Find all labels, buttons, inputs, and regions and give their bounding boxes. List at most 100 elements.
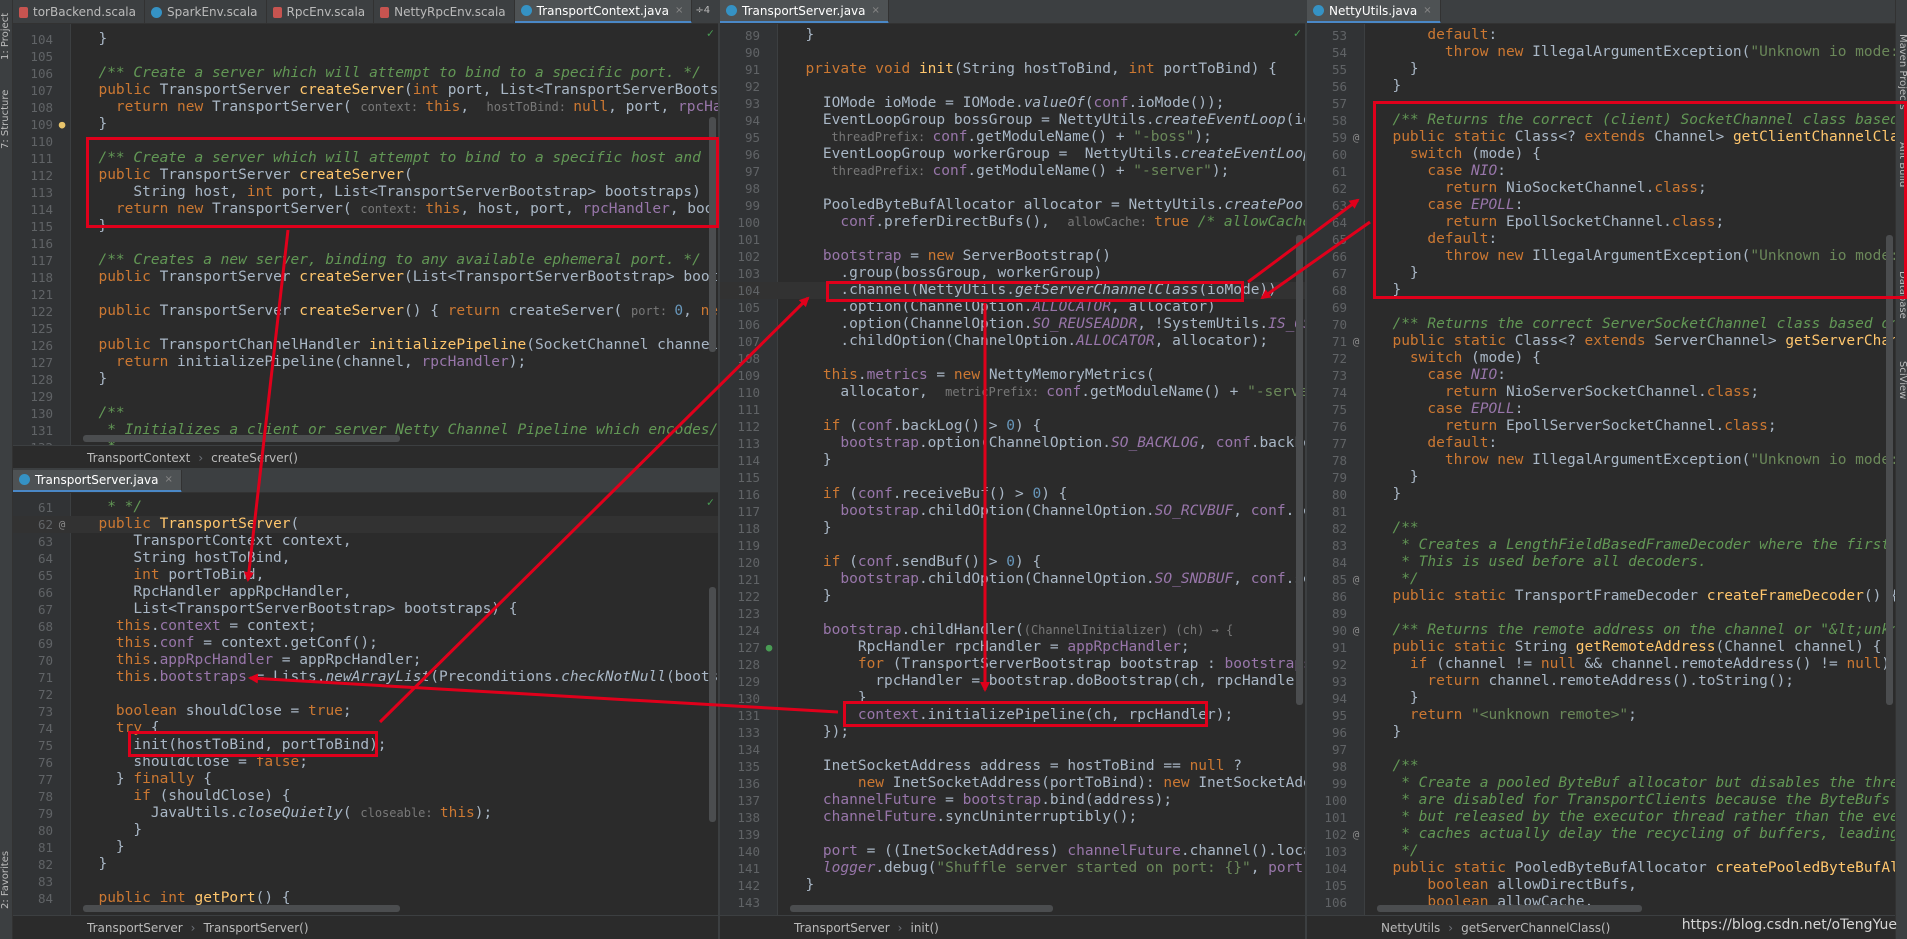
- code-line[interactable]: 94 }: [1307, 690, 1895, 707]
- code-line[interactable]: 62 @ public TransportServer(: [13, 516, 718, 533]
- code-line[interactable]: 108 return new TransportServer( context:…: [13, 99, 718, 116]
- code-line[interactable]: 76 shouldClose = false;: [13, 754, 718, 771]
- code-line[interactable]: 65 int portToBind,: [13, 567, 718, 584]
- code-line[interactable]: 114 }: [720, 452, 1305, 469]
- code-line[interactable]: 54 throw new IllegalArgumentException("U…: [1307, 44, 1895, 61]
- code-line[interactable]: 107 .childOption(ChannelOption.ALLOCATOR…: [720, 333, 1305, 350]
- code-line[interactable]: 89 }: [720, 27, 1305, 44]
- code-line[interactable]: 72: [13, 686, 718, 703]
- code-line[interactable]: 93 IOMode ioMode = IOMode.valueOf(conf.i…: [720, 95, 1305, 112]
- editor-tab[interactable]: torBackend.scala: [13, 0, 145, 23]
- code-line[interactable]: 77 } finally {: [13, 771, 718, 788]
- code-line[interactable]: 61 case NIO:: [1307, 163, 1895, 180]
- code-line[interactable]: 85 @ */: [1307, 571, 1895, 588]
- code-line[interactable]: 73 boolean shouldClose = true;: [13, 703, 718, 720]
- code-line[interactable]: 58 /** Returns the correct (client) Sock…: [1307, 112, 1895, 129]
- code-line[interactable]: 77 default:: [1307, 435, 1895, 452]
- code-line[interactable]: 70 /** Returns the correct ServerSocketC…: [1307, 316, 1895, 333]
- code-line[interactable]: 56 }: [1307, 78, 1895, 95]
- close-tab-icon[interactable]: ×: [872, 5, 880, 16]
- code-line[interactable]: 106 /** Create a server which will attem…: [13, 65, 718, 82]
- breadcrumb-item[interactable]: createServer(): [211, 451, 298, 465]
- code-line[interactable]: 112 public TransportServer createServer(: [13, 167, 718, 184]
- pane-divider[interactable]: [13, 468, 718, 470]
- maven-projects-tool-button[interactable]: Maven Projects: [1896, 22, 1907, 122]
- code-line[interactable]: 64 return EpollSocketChannel.class;: [1307, 214, 1895, 231]
- code-line[interactable]: 98 /**: [1307, 758, 1895, 775]
- code-area[interactable]: 104 } 105 106 /** Create a server which wi…: [13, 24, 718, 445]
- editor-tab[interactable]: TransportServer.java ×: [720, 0, 889, 23]
- code-line[interactable]: 83 * Creates a LengthFieldBasedFrameDeco…: [1307, 537, 1895, 554]
- breadcrumb-item[interactable]: TransportServer: [87, 921, 183, 935]
- close-tab-icon[interactable]: ×: [1423, 5, 1431, 16]
- code-line[interactable]: 112 if (conf.backLog() > 0) {: [720, 418, 1305, 435]
- favorites-tool-button[interactable]: 2: Favorites: [0, 840, 13, 920]
- code-line[interactable]: 93 return channel.remoteAddress().toStri…: [1307, 673, 1895, 690]
- code-line[interactable]: 69: [1307, 299, 1895, 316]
- code-line[interactable]: 72 switch (mode) {: [1307, 350, 1895, 367]
- code-line[interactable]: 80 }: [1307, 486, 1895, 503]
- code-line[interactable]: 129: [13, 388, 718, 405]
- code-line[interactable]: 134: [720, 741, 1305, 758]
- code-line[interactable]: 107 public TransportServer createServer(…: [13, 82, 718, 99]
- editor-tab[interactable]: NettyRpcEnv.scala: [374, 0, 515, 23]
- code-area[interactable]: 89 } 90 91 private void init(String hostTo…: [720, 24, 1305, 915]
- code-line[interactable]: 74 try {: [13, 720, 718, 737]
- horizontal-scrollbar[interactable]: [83, 435, 400, 442]
- code-line[interactable]: 104 public static PooledByteBufAllocator…: [1307, 860, 1895, 877]
- code-line[interactable]: 110: [13, 133, 718, 150]
- code-line[interactable]: 113 String host, int port, List<Transpor…: [13, 184, 718, 201]
- code-line[interactable]: 122 public TransportServer createServer(…: [13, 303, 718, 320]
- code-line[interactable]: 80 }: [13, 822, 718, 839]
- code-line[interactable]: 105 .option(ChannelOption.ALLOCATOR, all…: [720, 299, 1305, 316]
- editor-tab[interactable]: NettyUtils.java ×: [1307, 0, 1441, 23]
- code-line[interactable]: 69 this.conf = context.getConf();: [13, 635, 718, 652]
- code-line[interactable]: 117 bootstrap.childOption(ChannelOption.…: [720, 503, 1305, 520]
- project-tool-button[interactable]: 1: Project: [0, 6, 13, 66]
- code-line[interactable]: 95 threadPrefix: conf.getModuleName() + …: [720, 129, 1305, 146]
- annotation-gutter-icon[interactable]: @: [1349, 622, 1363, 639]
- code-line[interactable]: 67 List<TransportServerBootstrap> bootst…: [13, 601, 718, 618]
- code-line[interactable]: 108: [720, 350, 1305, 367]
- code-line[interactable]: 121 bootstrap.childOption(ChannelOption.…: [720, 571, 1305, 588]
- code-line[interactable]: 109 ● }: [13, 116, 718, 133]
- code-line[interactable]: 140 port = ((InetSocketAddress) channelF…: [720, 843, 1305, 860]
- code-line[interactable]: 68 }: [1307, 282, 1895, 299]
- code-line[interactable]: 135 InetSocketAddress address = hostToBi…: [720, 758, 1305, 775]
- code-line[interactable]: 81 }: [13, 839, 718, 856]
- code-line[interactable]: 105 boolean allowDirectBufs,: [1307, 877, 1895, 894]
- code-area[interactable]: 53 default: 54 throw new IllegalArgumentE…: [1307, 24, 1895, 915]
- annotation-gutter-icon[interactable]: @: [1349, 333, 1363, 350]
- code-line[interactable]: 142 }: [720, 877, 1305, 894]
- annotation-gutter-icon[interactable]: @: [55, 516, 69, 533]
- code-line[interactable]: 83: [13, 873, 718, 890]
- code-line[interactable]: 59 @ public static Class<? extends Channe…: [1307, 129, 1895, 146]
- code-line[interactable]: 99 * Create a pooled ByteBuf allocator b…: [1307, 775, 1895, 792]
- code-line[interactable]: 116: [13, 235, 718, 252]
- code-line[interactable]: 116 if (conf.receiveBuf() > 0) {: [720, 486, 1305, 503]
- vertical-scrollbar[interactable]: [1886, 235, 1893, 705]
- vertical-scrollbar[interactable]: [709, 587, 716, 822]
- code-line[interactable]: 100 conf.preferDirectBufs(), allowCache:…: [720, 214, 1305, 231]
- code-line[interactable]: 90 @ /** Returns the remote address on th…: [1307, 622, 1895, 639]
- code-line[interactable]: 67 }: [1307, 265, 1895, 282]
- annotation-gutter-icon[interactable]: @: [1349, 129, 1363, 146]
- code-line[interactable]: 111 /** Create a server which will attem…: [13, 150, 718, 167]
- close-tab-icon[interactable]: ×: [165, 474, 173, 485]
- breadcrumb-item[interactable]: TransportContext: [87, 451, 190, 465]
- code-line[interactable]: 94 EventLoopGroup bossGroup = NettyUtils…: [720, 112, 1305, 129]
- code-line[interactable]: 99 PooledByteBufAllocator allocator = Ne…: [720, 197, 1305, 214]
- code-line[interactable]: 139: [720, 826, 1305, 843]
- code-line[interactable]: 128 for (TransportServerBootstrap bootst…: [720, 656, 1305, 673]
- code-line[interactable]: 133 });: [720, 724, 1305, 741]
- code-line[interactable]: 66 throw new IllegalArgumentException("U…: [1307, 248, 1895, 265]
- breadcrumb-item[interactable]: TransportServer(): [203, 921, 308, 935]
- code-line[interactable]: 65 default:: [1307, 231, 1895, 248]
- code-line[interactable]: 117 /** Creates a new server, binding to…: [13, 252, 718, 269]
- code-line[interactable]: 79 }: [1307, 469, 1895, 486]
- code-line[interactable]: 76 return EpollServerSocketChannel.class…: [1307, 418, 1895, 435]
- code-line[interactable]: 97: [1307, 741, 1895, 758]
- horizontal-scrollbar[interactable]: [1377, 905, 1642, 912]
- code-line[interactable]: 113 bootstrap.option(ChannelOption.SO_BA…: [720, 435, 1305, 452]
- code-line[interactable]: 106 .option(ChannelOption.SO_REUSEADDR, …: [720, 316, 1305, 333]
